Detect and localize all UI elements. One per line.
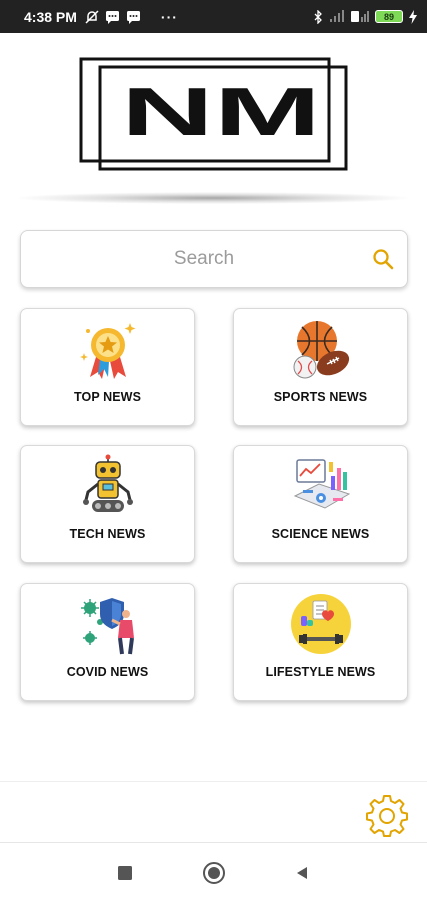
data-analytics-icon — [289, 454, 353, 518]
search-bar[interactable] — [20, 230, 408, 288]
status-time: 4:38 PM — [24, 8, 77, 25]
category-card-science-news[interactable]: SCIENCE NEWS — [233, 445, 408, 563]
virus-shield-icon — [76, 592, 140, 656]
home-circle-icon[interactable] — [202, 861, 226, 885]
category-label: SPORTS NEWS — [273, 390, 368, 404]
logo-shadow-divider — [18, 192, 408, 204]
message-icon — [126, 10, 141, 24]
robot-icon — [76, 454, 140, 518]
status-bar: 4:38 PM ··· 89 — [0, 0, 427, 33]
status-right-icons: 89 — [313, 9, 417, 24]
battery-icon: 89 — [375, 10, 403, 23]
category-label: LIFESTYLE NEWS — [265, 665, 376, 679]
category-card-lifestyle-news[interactable]: LIFESTYLE NEWS — [233, 583, 408, 701]
category-label: TOP NEWS — [73, 390, 142, 404]
bluetooth-icon — [313, 9, 323, 24]
logo-text: NM — [121, 74, 321, 150]
charging-icon — [409, 9, 417, 24]
back-triangle-icon[interactable] — [292, 863, 312, 883]
search-input[interactable] — [21, 231, 407, 287]
award-medal-icon — [76, 317, 140, 381]
category-label: SCIENCE NEWS — [271, 527, 370, 541]
signal-icon — [329, 10, 345, 23]
status-left-icons: ··· — [85, 9, 178, 25]
category-card-tech-news[interactable]: TECH NEWS — [20, 445, 195, 563]
system-navigation-bar — [0, 842, 427, 900]
health-lifestyle-icon — [289, 592, 353, 656]
category-card-top-news[interactable]: TOP NEWS — [20, 308, 195, 426]
search-icon[interactable] — [371, 247, 395, 271]
more-notifications-dots: ··· — [160, 8, 178, 25]
bottom-divider — [0, 781, 427, 782]
category-card-covid-news[interactable]: COVID NEWS — [20, 583, 195, 701]
mute-icon — [85, 9, 99, 24]
category-label: TECH NEWS — [69, 527, 146, 541]
sports-balls-icon — [289, 317, 353, 381]
gear-icon — [365, 795, 409, 841]
battery-level: 89 — [383, 11, 394, 22]
recents-square-icon[interactable] — [115, 863, 135, 883]
category-card-sports-news[interactable]: SPORTS NEWS — [233, 308, 408, 426]
signal-icon — [351, 10, 369, 23]
app-logo: NM — [78, 55, 350, 173]
message-icon — [105, 10, 120, 24]
settings-button[interactable] — [365, 793, 409, 837]
category-label: COVID NEWS — [66, 665, 149, 679]
